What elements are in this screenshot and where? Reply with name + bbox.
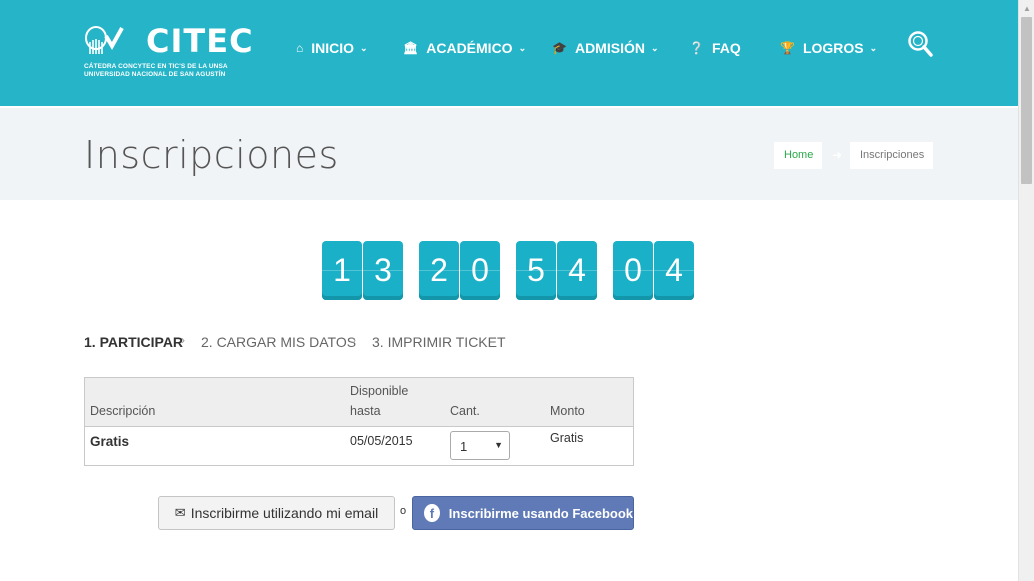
breadcrumb-current: Inscripciones	[850, 142, 933, 169]
countdown-digit: 4	[654, 241, 694, 300]
countdown-digit: 5	[516, 241, 556, 300]
countdown-digit: 1	[322, 241, 362, 300]
nav-label-faq: FAQ	[711, 40, 741, 56]
trophy-icon: 🏆	[780, 41, 795, 55]
row-available-until: 05/05/2015	[350, 434, 413, 448]
row-amount: Gratis	[550, 431, 584, 445]
question-circle-icon: ❔	[689, 41, 704, 55]
logo-mark-icon	[85, 26, 124, 54]
tickets-table: Descripción Disponible hasta Cant. Monto…	[84, 377, 634, 466]
vertical-scrollbar[interactable]: ▲	[1018, 0, 1034, 581]
nav-item-admision[interactable]: 🎓 ADMISIÓN ⌄	[552, 38, 659, 58]
step-participar: 1. PARTICIPAR	[84, 334, 184, 350]
table-header: Descripción Disponible hasta Cant. Monto	[85, 378, 633, 427]
chevron-down-icon: ⌄	[650, 42, 659, 53]
header-amount: Monto	[550, 404, 585, 418]
row-description: Gratis	[90, 434, 130, 449]
nav-item-faq[interactable]: ❔ FAQ	[689, 38, 741, 58]
register-facebook-button[interactable]: f Inscribirme usando Facebook	[412, 496, 634, 530]
header-available-line1: Disponible	[350, 384, 409, 398]
chevron-down-icon: ⌄	[518, 42, 527, 53]
logo-subtitle-2: UNIVERSIDAD NACIONAL DE SAN AGUSTÍN	[84, 71, 226, 78]
register-email-button[interactable]: ✉ Inscribirme utilizando mi email	[158, 496, 395, 530]
envelope-icon: ✉	[174, 505, 186, 520]
header-available-line2: hasta	[350, 404, 381, 418]
facebook-icon: f	[424, 504, 440, 522]
countdown-digit: 2	[419, 241, 459, 300]
breadcrumb-home[interactable]: Home	[774, 142, 822, 169]
register-facebook-label: Inscribirme usando Facebook	[448, 505, 633, 521]
scroll-up-arrow-icon[interactable]: ▲	[1023, 4, 1031, 13]
citec-logo[interactable]: CITEC CÁTEDRA CONCYTEC EN TIC'S DE LA UN…	[84, 22, 253, 82]
chevron-right-icon: ›	[352, 333, 356, 347]
chevron-down-icon: ⌄	[869, 42, 878, 53]
nav-label-admision: ADMISIÓN	[574, 40, 645, 56]
logo-text: CITEC	[146, 22, 254, 60]
nav-label-inicio: INICIO	[311, 40, 355, 56]
or-separator: o	[400, 505, 407, 517]
chevron-right-icon: ›	[181, 333, 185, 347]
home-icon: ⌂	[296, 41, 304, 55]
page: CITEC CÁTEDRA CONCYTEC EN TIC'S DE LA UN…	[0, 0, 1034, 581]
institution-icon: 🏛	[403, 41, 419, 55]
header-description: Descripción	[90, 404, 156, 418]
caret-down-icon: ▼	[494, 440, 503, 450]
scrollbar-thumb[interactable]	[1021, 17, 1032, 184]
nav-item-inicio[interactable]: ⌂ INICIO ⌄	[296, 38, 368, 58]
page-title: Inscripciones	[84, 133, 339, 177]
step-cargar-datos: 2. CARGAR MIS DATOS	[201, 334, 357, 350]
register-email-label: Inscribirme utilizando mi email	[190, 505, 379, 521]
step-imprimir-ticket: 3. IMPRIMIR TICKET	[372, 334, 506, 350]
header-scalloped-edge	[0, 100, 1018, 108]
countdown-digit: 3	[363, 241, 403, 300]
nav-label-logros: LOGROS	[802, 40, 864, 56]
countdown-digit: 0	[613, 241, 653, 300]
quantity-value: 1	[460, 439, 468, 454]
countdown-digit: 4	[557, 241, 597, 300]
header-quantity: Cant.	[450, 404, 480, 418]
nav-item-academico[interactable]: 🏛 ACADÉMICO ⌄	[403, 38, 526, 58]
nav-label-academico: ACADÉMICO	[426, 40, 513, 56]
graduation-cap-icon: 🎓	[552, 41, 567, 55]
logo-subtitle-1: CÁTEDRA CONCYTEC EN TIC'S DE LA UNSA	[84, 63, 228, 70]
nav-item-logros[interactable]: 🏆 LOGROS ⌄	[780, 38, 877, 58]
countdown-digit: 0	[460, 241, 500, 300]
search-icon[interactable]	[907, 30, 933, 58]
chevron-down-icon: ⌄	[360, 42, 368, 53]
breadcrumb-arrow-icon: ➜	[832, 148, 843, 162]
quantity-select[interactable]: 1 ▼	[450, 431, 510, 460]
